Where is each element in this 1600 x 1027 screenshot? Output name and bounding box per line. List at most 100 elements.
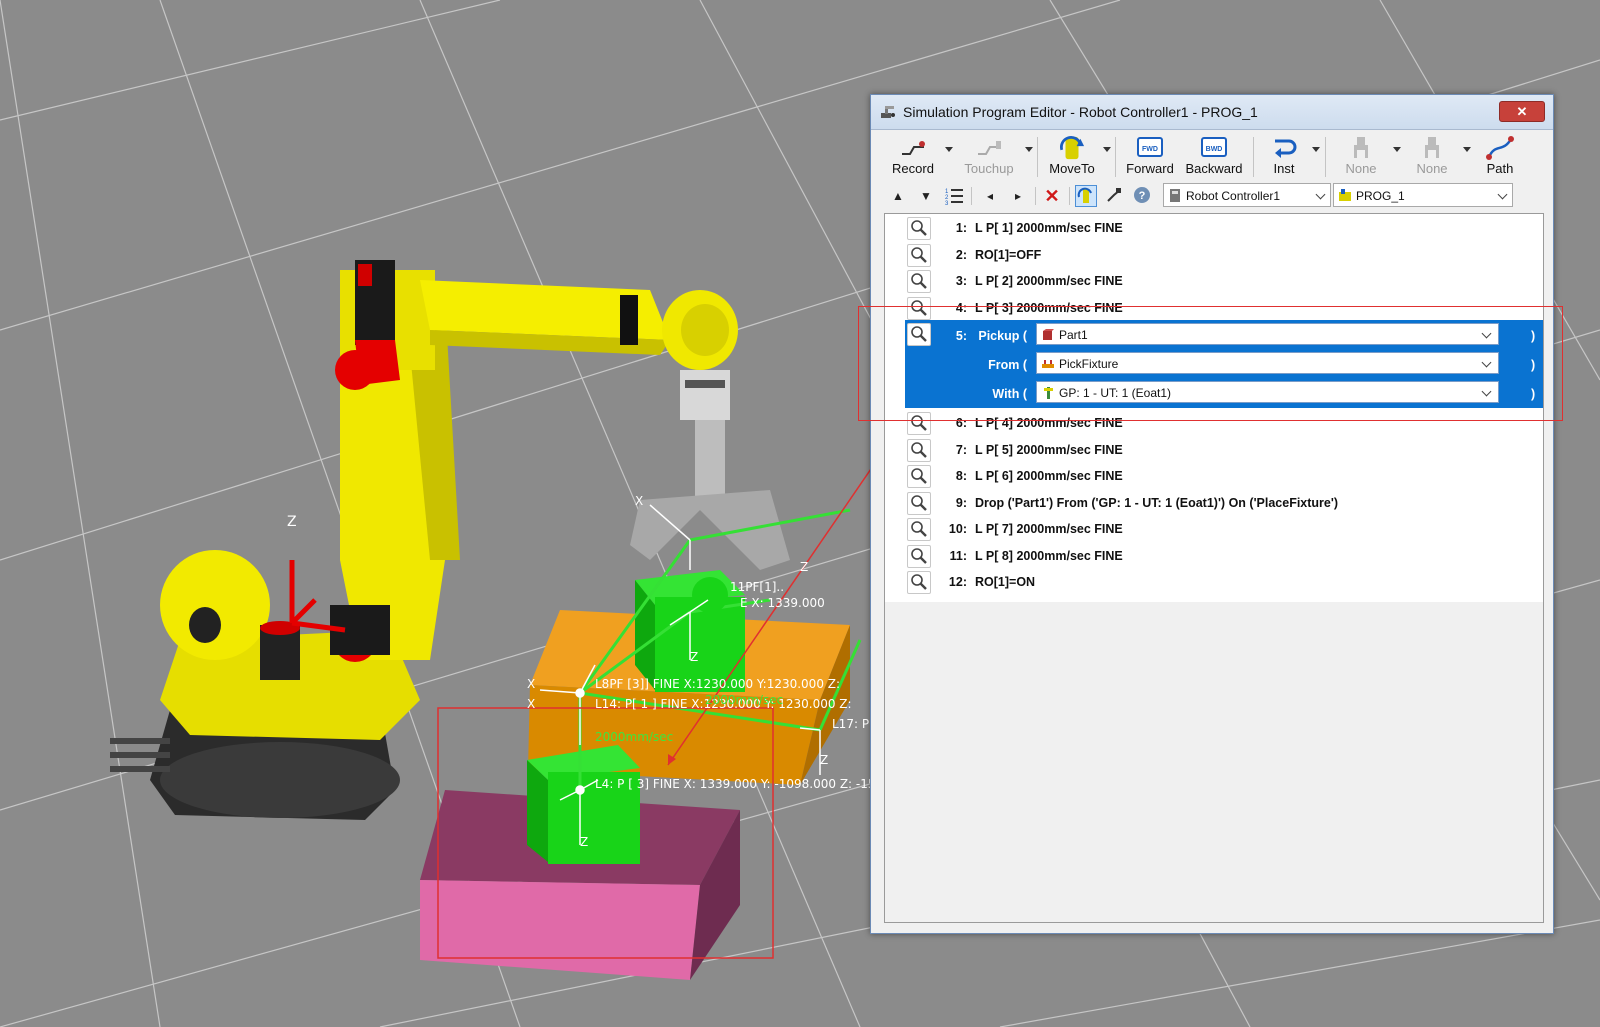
caret-right-icon: ▸ <box>1014 189 1022 203</box>
magnify-icon[interactable] <box>907 296 931 320</box>
record-icon <box>902 141 925 155</box>
none-button-1[interactable]: None <box>1331 131 1391 181</box>
line-number: 12: <box>948 575 967 589</box>
point-label: E X: 1339.000 <box>740 596 825 610</box>
magnify-icon[interactable] <box>907 412 931 435</box>
magnify-icon[interactable] <box>907 270 931 293</box>
program-editor-window: Simulation Program Editor - Robot Contro… <box>870 94 1554 934</box>
toolbar-separator <box>971 187 972 205</box>
main-toolbar: Record Touchup MoveTo FWD Forward BWD Ba… <box>879 131 1545 181</box>
point-label: L8PF [3]] FINE X:1230.000 Y:1230.000 Z: <box>595 677 841 691</box>
program-listing[interactable]: 1: L P[ 1] 2000mm/sec FINE 2: RO[1]=OFF … <box>884 213 1544 923</box>
help-button[interactable]: ? <box>1131 185 1153 207</box>
moveto-dropdown-arrow[interactable] <box>1103 147 1111 152</box>
program-line[interactable]: 11: L P[ 8] 2000mm/sec FINE <box>885 542 1543 569</box>
inst-label: Inst <box>1273 161 1295 176</box>
move-down-button[interactable]: ▼ <box>915 185 937 207</box>
program-line[interactable]: 10: L P[ 7] 2000mm/sec FINE <box>885 515 1543 542</box>
line-number: 3: <box>955 274 967 288</box>
move-up-button[interactable]: ▲ <box>887 185 909 207</box>
controller-icon <box>1170 189 1180 202</box>
magnify-icon[interactable] <box>907 438 931 462</box>
program-lines: 1: L P[ 1] 2000mm/sec FINE 2: RO[1]=OFF … <box>885 214 1543 601</box>
inst-button[interactable]: Inst <box>1259 131 1309 181</box>
line-code: L P[ 6] 2000mm/sec FINE <box>975 469 1123 483</box>
toolbar-separator <box>1253 137 1254 177</box>
line-code: L P[ 1] 2000mm/sec FINE <box>975 221 1123 235</box>
axis-label-x: X <box>635 494 644 508</box>
axis-label-x: X <box>527 677 536 691</box>
program-line[interactable]: 1: L P[ 1] 2000mm/sec FINE <box>885 214 1543 241</box>
program-line[interactable]: 8: L P[ 6] 2000mm/sec FINE <box>885 462 1543 489</box>
delete-button[interactable]: ✕ <box>1041 185 1063 207</box>
line-code: Drop ('Part1') From ('GP: 1 - UT: 1 (Eoa… <box>975 495 1339 510</box>
with-label: With ( <box>992 387 1027 401</box>
touchup-button[interactable]: Touchup <box>955 131 1023 181</box>
program-line[interactable]: 12: RO[1]=ON <box>885 568 1543 595</box>
program-line[interactable]: 7: L P[ 5] 2000mm/sec FINE <box>885 436 1543 463</box>
magnify-icon[interactable] <box>907 491 931 515</box>
close-icon: ✕ <box>1516 104 1528 119</box>
magnify-icon[interactable] <box>907 217 931 240</box>
toolbar-separator <box>1037 137 1038 177</box>
backward-label: Backward <box>1185 161 1243 176</box>
chevron-down-icon <box>1315 189 1326 200</box>
magnify-icon[interactable] <box>907 465 931 488</box>
axis-label-z: Z <box>820 753 829 767</box>
moveto-label: MoveTo <box>1049 161 1095 176</box>
inst-icon <box>1275 139 1297 158</box>
line-number: 11: <box>949 548 967 563</box>
line-number: 4: <box>955 300 967 315</box>
record-dropdown-arrow[interactable] <box>945 147 953 152</box>
chevron-down-icon <box>1481 386 1492 397</box>
line-number: 7: <box>955 442 967 457</box>
none-dropdown-arrow-1[interactable] <box>1393 147 1401 152</box>
backward-button[interactable]: BWD Backward <box>1182 131 1246 181</box>
link-button[interactable] <box>1103 185 1125 207</box>
magnify-icon[interactable] <box>907 544 931 568</box>
fixture-select[interactable]: PickFixture <box>1036 352 1499 374</box>
tool-select[interactable]: GP: 1 - UT: 1 (Eoat1) <box>1036 381 1499 403</box>
none-button-2[interactable]: None <box>1403 131 1461 181</box>
program-line[interactable]: 2: RO[1]=OFF <box>885 241 1543 268</box>
record-button[interactable]: Record <box>883 131 943 181</box>
secondary-toolbar: ▲ ▼ 123 ◂ ▸ ✕ ? Robot Controller1 PROG_1 <box>879 181 1545 211</box>
line-code: L P[ 2] 2000mm/sec FINE <box>975 274 1123 288</box>
path-button[interactable]: Path <box>1479 131 1521 181</box>
delete-x-icon: ✕ <box>1044 186 1060 206</box>
program-select[interactable]: PROG_1 <box>1333 183 1513 207</box>
part-select[interactable]: Part1 <box>1036 323 1499 345</box>
close-button[interactable]: ✕ <box>1499 101 1545 122</box>
title-bar[interactable]: Simulation Program Editor - Robot Contro… <box>871 95 1553 130</box>
controller-select[interactable]: Robot Controller1 <box>1163 183 1331 207</box>
gripper-icon <box>1425 137 1439 158</box>
magnify-icon[interactable] <box>907 571 931 594</box>
forward-button[interactable]: FWD Forward <box>1121 131 1179 181</box>
line-code: RO[1]=ON <box>975 575 1036 589</box>
program-line[interactable]: 6: L P[ 4] 2000mm/sec FINE <box>885 409 1543 436</box>
touchup-icon <box>978 141 1001 155</box>
hand-pointer-icon <box>1107 188 1121 202</box>
touchup-dropdown-arrow[interactable] <box>1025 147 1033 152</box>
none-dropdown-arrow-2[interactable] <box>1463 147 1471 152</box>
magnify-icon[interactable] <box>907 518 931 541</box>
point-label: 11PF[1].. <box>730 580 785 594</box>
prev-button[interactable]: ◂ <box>979 185 1001 207</box>
axis-label-x: X <box>527 697 536 711</box>
magnify-icon[interactable] <box>907 243 931 267</box>
magnify-icon[interactable] <box>907 323 931 346</box>
program-line[interactable]: 3: L P[ 2] 2000mm/sec FINE <box>885 267 1543 294</box>
program-select-value: PROG_1 <box>1356 189 1405 203</box>
none-label-2: None <box>1416 161 1448 176</box>
moveto-button[interactable]: MoveTo <box>1043 131 1101 181</box>
next-button[interactable]: ▸ <box>1007 185 1029 207</box>
program-line[interactable]: 4: L P[ 3] 2000mm/sec FINE <box>885 294 1543 321</box>
pickup-label: Pickup ( <box>978 329 1027 343</box>
axis-label-z: Z <box>580 835 589 849</box>
program-line[interactable]: 9: Drop ('Part1') From ('GP: 1 - UT: 1 (… <box>885 489 1543 516</box>
inst-dropdown-arrow[interactable] <box>1312 147 1320 152</box>
renumber-button[interactable]: 123 <box>943 185 965 207</box>
robot-sync-toggle[interactable] <box>1075 185 1097 207</box>
selected-program-line[interactable]: 5: Pickup ( From ( With ( Part1 PickFixt… <box>905 320 1543 408</box>
svg-text:3: 3 <box>945 201 949 206</box>
